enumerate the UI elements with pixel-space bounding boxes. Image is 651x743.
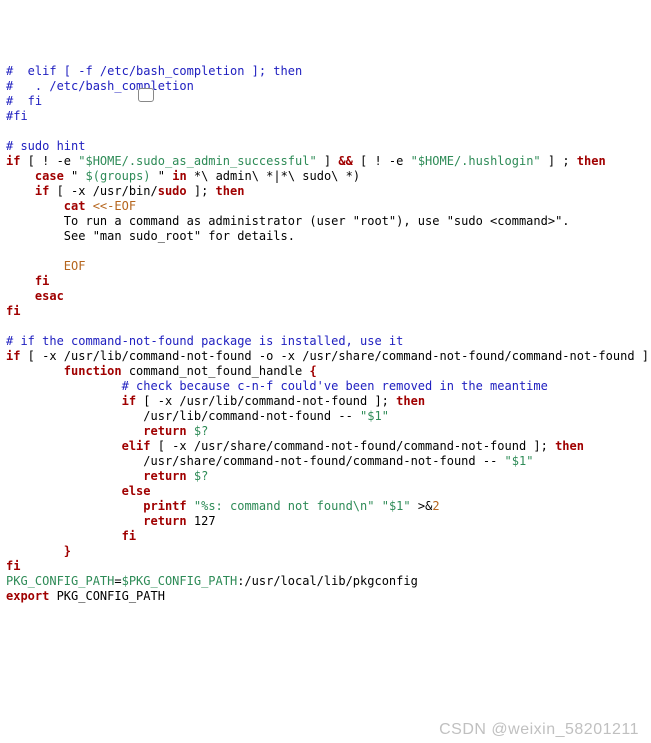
kw-if: if (122, 394, 136, 408)
kw-case: case (35, 169, 64, 183)
code-text: [ ! -e (353, 154, 411, 168)
code-text: /usr/share/command-not-found/command-not… (143, 454, 504, 468)
kw-fi: fi (35, 274, 49, 288)
var: "$1" (360, 409, 389, 423)
kw-if: if (6, 154, 20, 168)
heredoc-start: <<-EOF (85, 199, 136, 213)
code-text: ] ; (541, 154, 577, 168)
code-block: # elif [ -f /etc/bash_completion ]; then… (6, 64, 645, 604)
heredoc-text: See "man sudo_root" for details. (64, 229, 295, 243)
kw-then: then (396, 394, 425, 408)
cmd-printf: printf (143, 499, 186, 513)
exit-status: $? (187, 469, 209, 483)
comment: # . /etc/bash_completion (6, 79, 194, 93)
kw-function: function (64, 364, 122, 378)
brace-close: } (64, 544, 71, 558)
code-text: [ -x /usr/lib/command-not-found ]; (136, 394, 396, 408)
redir: >& (411, 499, 433, 513)
comment: #fi (6, 109, 28, 123)
comment: # sudo hint (6, 139, 85, 153)
export-var: PKG_CONFIG_PATH (49, 589, 165, 603)
env-var: PKG_CONFIG_PATH (6, 574, 114, 588)
fmt-string: "%s: command not found\n" (187, 499, 382, 513)
comment: # check because c-n-f could've been remo… (122, 379, 548, 393)
var: "$1" (382, 499, 411, 513)
kw-then: then (577, 154, 606, 168)
exit-code: 127 (187, 514, 216, 528)
code-text: " (151, 169, 173, 183)
code-text: [ ! -e (20, 154, 78, 168)
cmd-sudo: sudo (158, 184, 187, 198)
op-and: && (338, 154, 352, 168)
comment: # elif [ -f /etc/bash_completion ]; then (6, 64, 302, 78)
code-text: ] (317, 154, 339, 168)
var: "$HOME/.sudo_as_admin_successful" (78, 154, 316, 168)
brace-open: { (309, 364, 316, 378)
kw-else: else (122, 484, 151, 498)
var: $(groups) (86, 169, 151, 183)
kw-esac: esac (35, 289, 64, 303)
comment: # if the command-not-found package is in… (6, 334, 403, 348)
kw-if: if (6, 349, 20, 363)
kw-fi: fi (6, 559, 20, 573)
watermark-text: CSDN @weixin_58201211 (439, 722, 639, 737)
path-literal: :/usr/local/lib/pkgconfig (237, 574, 418, 588)
heredoc-text: To run a command as administrator (user … (64, 214, 570, 228)
cmd-cat: cat (64, 199, 86, 213)
var: $PKG_CONFIG_PATH (122, 574, 238, 588)
code-text: /usr/lib/command-not-found -- (143, 409, 360, 423)
kw-in: in (172, 169, 186, 183)
kw-export: export (6, 589, 49, 603)
code-text: *\ admin\ *|*\ sudo\ *) (187, 169, 360, 183)
text-cursor-icon (138, 88, 154, 102)
kw-return: return (143, 469, 186, 483)
kw-fi: fi (6, 304, 20, 318)
code-text: ]; (187, 184, 216, 198)
fn-name: command_not_found_handle (122, 364, 310, 378)
kw-return: return (143, 424, 186, 438)
fd-num: 2 (432, 499, 439, 513)
code-text: [ -x /usr/bin/ (49, 184, 157, 198)
comment: # fi (6, 94, 42, 108)
kw-then: then (216, 184, 245, 198)
assign: = (114, 574, 121, 588)
kw-return: return (143, 514, 186, 528)
var: "$1" (505, 454, 534, 468)
code-text: [ -x /usr/share/command-not-found/comman… (151, 439, 556, 453)
code-text: " (64, 169, 86, 183)
heredoc-end: EOF (64, 259, 86, 273)
kw-elif: elif (122, 439, 151, 453)
kw-if: if (35, 184, 49, 198)
var: "$HOME/.hushlogin" (411, 154, 541, 168)
exit-status: $? (187, 424, 209, 438)
kw-then: then (555, 439, 584, 453)
code-text: [ -x /usr/lib/command-not-found -o -x /u… (20, 349, 651, 363)
kw-fi: fi (122, 529, 136, 543)
